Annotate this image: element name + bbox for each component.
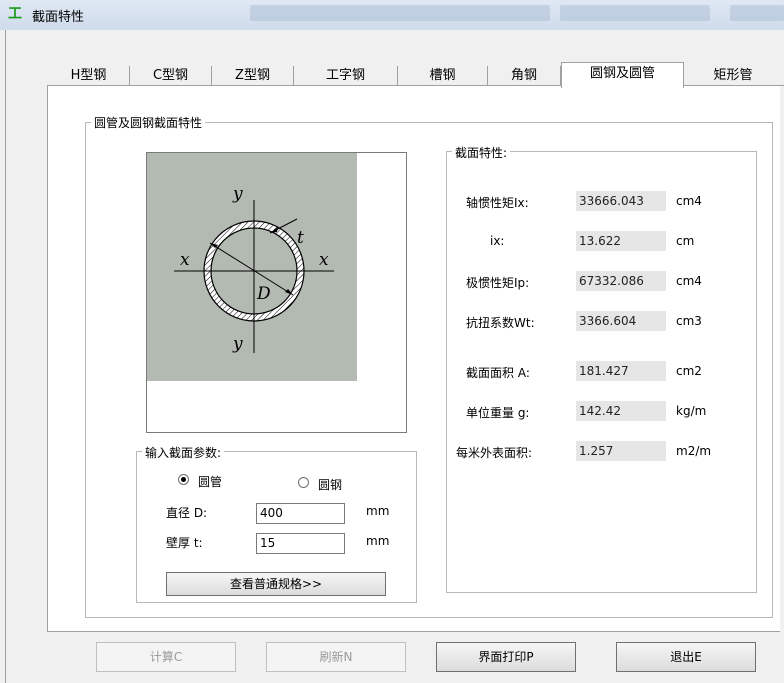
- tab-c-steel[interactable]: C型钢: [130, 66, 212, 86]
- exit-button[interactable]: 退出E: [616, 642, 756, 672]
- print-button[interactable]: 界面打印P: [436, 642, 576, 672]
- prop-unit-ix-inertia: cm4: [676, 194, 702, 208]
- thickness-field-label: 壁厚 t:: [166, 536, 203, 550]
- background-window-strip: [250, 5, 550, 21]
- prop-label-surface-area: 每米外表面积:: [456, 446, 533, 460]
- prop-unit-area: cm2: [676, 364, 702, 378]
- background-window-strip: [730, 5, 784, 21]
- window-title: 截面特性: [32, 10, 85, 25]
- radio-rod-label[interactable]: 圆钢: [318, 476, 342, 493]
- props-group-title: 截面特性:: [452, 144, 511, 161]
- x-axis-left-label: x: [180, 250, 190, 270]
- main-group-title: 圆管及圆钢截面特性: [91, 114, 206, 131]
- diameter-label: D: [256, 284, 271, 304]
- tab-round[interactable]: 圆钢及圆管: [561, 62, 684, 88]
- prop-label-ix-radius: ix:: [490, 234, 505, 248]
- prop-value-area: 181.427: [576, 361, 666, 381]
- prop-value-torsion-modulus: 3366.604: [576, 311, 666, 331]
- tab-rect-tube[interactable]: 矩形管: [684, 66, 782, 86]
- tab-h-steel[interactable]: H型钢: [48, 66, 130, 86]
- thickness-unit: mm: [366, 534, 390, 548]
- circular-tube-section-drawing: y y x x t D: [174, 184, 334, 354]
- prop-value-polar-inertia: 67332.086: [576, 271, 666, 291]
- tab-angle[interactable]: 角钢: [488, 66, 561, 86]
- y-axis-bottom-label: y: [232, 334, 243, 354]
- section-diagram-frame: y y x x t D: [146, 152, 407, 433]
- prop-unit-polar-inertia: cm4: [676, 274, 702, 288]
- prop-label-torsion-modulus: 抗扭系数Wt:: [466, 316, 535, 330]
- diameter-unit: mm: [366, 504, 390, 518]
- thickness-label: t: [297, 228, 304, 248]
- tab-i-beam[interactable]: 工字钢: [294, 66, 398, 86]
- diameter-input[interactable]: 400: [256, 503, 345, 524]
- input-group-title: 输入截面参数:: [142, 444, 225, 461]
- prop-value-surface-area: 1.257: [576, 441, 666, 461]
- prop-label-ix-inertia: 轴惯性矩Ix:: [466, 196, 529, 210]
- refresh-button[interactable]: 刷新N: [266, 642, 406, 672]
- title-bar[interactable]: 工 截面特性: [0, 0, 784, 30]
- y-axis-top-label: y: [232, 184, 243, 204]
- prop-label-polar-inertia: 极惯性矩Ip:: [466, 276, 530, 290]
- prop-unit-ix-radius: cm: [676, 234, 695, 248]
- thickness-input[interactable]: 15: [256, 533, 345, 554]
- tab-channel[interactable]: 槽钢: [398, 66, 488, 86]
- radio-pipe-label[interactable]: 圆管: [198, 473, 222, 490]
- prop-label-area: 截面面积 A:: [466, 366, 530, 380]
- tab-strip: H型钢 C型钢 Z型钢 工字钢 槽钢 角钢 圆钢及圆管 矩形管: [48, 62, 784, 88]
- radio-pipe[interactable]: [178, 474, 189, 485]
- x-axis-right-label: x: [319, 250, 329, 270]
- tab-z-steel[interactable]: Z型钢: [212, 66, 294, 86]
- prop-value-ix-inertia: 33666.043: [576, 191, 666, 211]
- view-specs-button[interactable]: 查看普通规格>>: [166, 572, 386, 596]
- I-beam-icon: 工: [8, 6, 22, 22]
- prop-unit-unit-weight: kg/m: [676, 404, 707, 418]
- prop-unit-torsion-modulus: cm3: [676, 314, 702, 328]
- background-window-strip: [560, 5, 710, 21]
- calculate-button[interactable]: 计算C: [96, 642, 236, 672]
- prop-unit-surface-area: m2/m: [676, 444, 712, 458]
- radio-rod[interactable]: [298, 477, 309, 488]
- prop-label-unit-weight: 单位重量 g:: [466, 406, 530, 420]
- prop-value-unit-weight: 142.42: [576, 401, 666, 421]
- diameter-field-label: 直径 D:: [166, 506, 208, 520]
- prop-value-ix-radius: 13.622: [576, 231, 666, 251]
- section-diagram: y y x x t D: [147, 153, 357, 381]
